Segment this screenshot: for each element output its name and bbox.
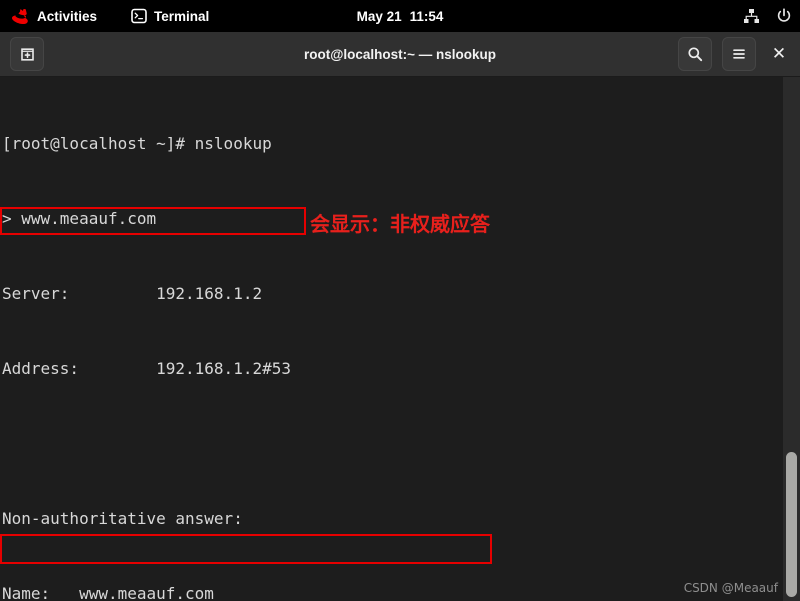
hamburger-menu-icon (731, 46, 747, 62)
close-icon: ✕ (771, 44, 787, 64)
redhat-logo-icon (12, 8, 30, 24)
activities-button[interactable]: Activities (4, 0, 105, 32)
terminal-window: root@localhost:~ — nslookup ✕ [root@loca… (0, 32, 800, 601)
watermark-text: CSDN @Meaauf (683, 581, 778, 595)
app-menu-label: Terminal (154, 8, 210, 24)
activities-label: Activities (37, 8, 98, 24)
terminal-line: Non-authoritative answer: (2, 506, 522, 531)
menu-button[interactable] (722, 37, 756, 71)
window-titlebar: root@localhost:~ — nslookup ✕ (0, 32, 800, 77)
terminal-line: Server: 192.168.1.2 (2, 284, 263, 303)
app-menu-terminal[interactable]: Terminal (123, 0, 217, 32)
non-authoritative-answer-text: Non-authoritative answer: (2, 509, 243, 528)
clock-button[interactable]: May 21 11:54 (357, 9, 444, 24)
terminal-content-area[interactable]: [root@localhost ~]# nslookup > www.meaau… (0, 77, 800, 601)
network-wired-icon[interactable] (743, 8, 760, 24)
search-icon (687, 46, 703, 62)
new-tab-icon (19, 46, 36, 63)
close-window-button[interactable]: ✕ (766, 39, 792, 69)
power-icon[interactable] (776, 8, 792, 24)
annotation-note-chinese: 会显示：非权威应答 (310, 212, 490, 236)
clock-date: May 21 (356, 8, 402, 24)
terminal-scrollbar[interactable] (783, 77, 800, 601)
terminal-line: Address: 192.168.1.2#53 (2, 359, 291, 378)
titlebar-controls: ✕ (678, 37, 792, 71)
search-button[interactable] (678, 37, 712, 71)
clock-time: 11:54 (409, 8, 444, 24)
terminal-output: [root@localhost ~]# nslookup > www.meaau… (0, 77, 522, 601)
terminal-line: [root@localhost ~]# nslookup (2, 134, 272, 153)
scrollbar-thumb[interactable] (786, 452, 797, 597)
new-tab-button[interactable] (10, 37, 44, 71)
terminal-line: Name: www.meaauf.com (2, 584, 214, 601)
system-status-area[interactable] (743, 8, 792, 24)
terminal-icon (131, 8, 147, 24)
gnome-top-bar: Activities Terminal May 21 11:54 (0, 0, 800, 32)
